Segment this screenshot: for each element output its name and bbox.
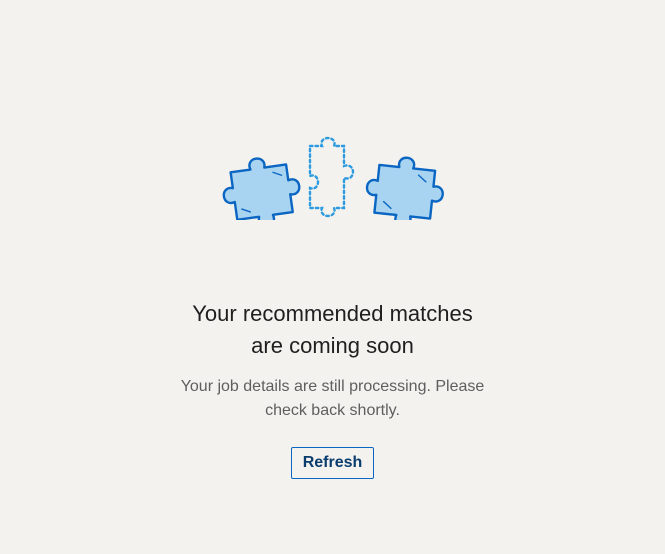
empty-state-content: Your recommended matches are coming soon…	[0, 298, 665, 479]
puzzle-piece-left-icon	[222, 157, 301, 220]
empty-state-headline: Your recommended matches are coming soon	[163, 298, 503, 362]
headline-line-1: Your recommended matches	[192, 301, 473, 326]
empty-state-subtext: Your job details are still processing. P…	[180, 378, 485, 419]
puzzle-piece-outline-icon	[308, 136, 355, 218]
puzzle-pieces-illustration	[222, 136, 444, 220]
headline-line-2: are coming soon	[251, 333, 414, 358]
job-matches-empty-state: Your recommended matches are coming soon…	[0, 0, 665, 554]
refresh-button[interactable]: Refresh	[290, 447, 375, 479]
puzzle-piece-right-icon	[365, 156, 444, 220]
